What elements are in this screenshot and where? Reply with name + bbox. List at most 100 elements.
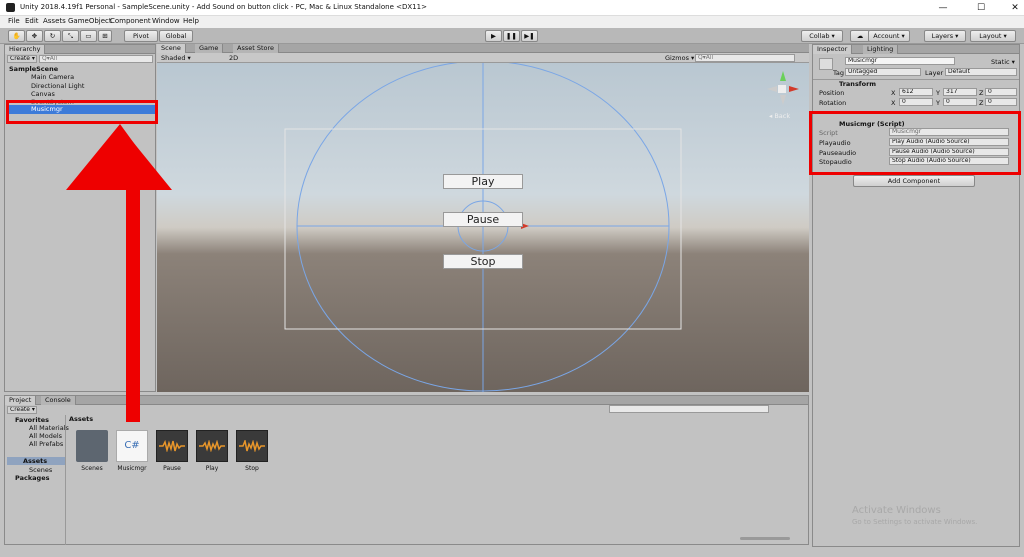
asset-label: Musicmgr: [117, 465, 147, 472]
scenes-folder[interactable]: Scenes: [29, 466, 52, 474]
axis-x-label: X: [891, 89, 896, 97]
hierarchy-item-directional-light[interactable]: Directional Light: [31, 82, 84, 90]
position-label: Position: [819, 89, 845, 97]
position-x-field[interactable]: 612: [899, 88, 933, 96]
shading-dropdown[interactable]: Shaded ▾: [161, 54, 191, 62]
layer-dropdown[interactable]: Default: [945, 68, 1017, 76]
layer-label: Layer: [925, 69, 944, 77]
audio-waveform-icon: [156, 430, 188, 462]
rotation-y-field[interactable]: 0: [943, 98, 977, 106]
asset-label: Pause: [163, 465, 181, 472]
transform-header[interactable]: Transform: [839, 80, 876, 88]
scale-tool-icon[interactable]: ⤡: [62, 30, 79, 42]
gizmos-dropdown[interactable]: Gizmos ▾: [665, 54, 694, 62]
activation-watermark-title: Activate Windows: [852, 505, 941, 516]
add-component-button[interactable]: Add Component: [853, 175, 975, 187]
scene-search-input[interactable]: Q▾All: [695, 54, 795, 62]
axis-z-label: Z: [979, 99, 984, 107]
asset-pause[interactable]: Pause: [155, 430, 189, 472]
asset-label: Stop: [245, 465, 259, 472]
menu-edit[interactable]: Edit: [25, 17, 39, 25]
scene-stop-button[interactable]: Stop: [443, 254, 523, 269]
rotation-z-field[interactable]: 0: [985, 98, 1017, 106]
layers-dropdown[interactable]: Layers ▾: [924, 30, 966, 42]
mode-2d-toggle[interactable]: 2D: [229, 54, 238, 62]
window-title: Unity 2018.4.19f1 Personal - SampleScene…: [20, 3, 427, 11]
position-y-field[interactable]: 317: [943, 88, 977, 96]
static-toggle[interactable]: Static ▾: [991, 58, 1015, 66]
rotation-x-field[interactable]: 0: [899, 98, 933, 106]
global-toggle[interactable]: Global: [159, 30, 193, 42]
axis-x-label: X: [891, 99, 896, 107]
favorites-header[interactable]: Favorites: [15, 416, 49, 424]
menu-window[interactable]: Window: [152, 17, 180, 25]
thumbnail-size-slider[interactable]: [740, 537, 790, 540]
axis-y-label: Y: [936, 89, 940, 97]
orientation-gizmo-icon[interactable]: [765, 69, 801, 113]
audio-waveform-icon: [196, 430, 228, 462]
asset-musicmgr[interactable]: C# Musicmgr: [115, 430, 149, 472]
assets-folder[interactable]: Assets: [7, 457, 65, 465]
activation-watermark-text: Go to Settings to activate Windows.: [852, 518, 978, 526]
account-dropdown[interactable]: Account ▾: [868, 30, 910, 42]
maximize-button[interactable]: ☐: [966, 0, 996, 16]
minimize-button[interactable]: —: [928, 0, 958, 16]
pause-button[interactable]: ❚❚: [503, 30, 520, 42]
menu-bar: File Edit Assets GameObject Component Wi…: [0, 16, 1024, 28]
collab-dropdown[interactable]: Collab ▾: [801, 30, 843, 42]
menu-help[interactable]: Help: [183, 17, 199, 25]
close-button[interactable]: ✕: [1000, 0, 1024, 16]
menu-file[interactable]: File: [8, 17, 20, 25]
tab-scene[interactable]: Scene: [157, 44, 186, 53]
transform-tool-icon[interactable]: ⊞: [98, 30, 112, 42]
hand-tool-icon[interactable]: ✋: [8, 30, 25, 42]
tab-lighting[interactable]: Lighting: [863, 45, 899, 54]
favorite-all-prefabs[interactable]: All Prefabs: [29, 440, 63, 448]
object-name-field[interactable]: Musicmgr: [845, 57, 955, 65]
favorite-all-materials[interactable]: All Materials: [29, 424, 69, 432]
favorite-all-models[interactable]: All Models: [29, 432, 62, 440]
scene-play-button[interactable]: Play: [443, 174, 523, 189]
hierarchy-item-canvas[interactable]: Canvas: [31, 90, 55, 98]
layout-dropdown[interactable]: Layout ▾: [970, 30, 1016, 42]
rotation-label: Rotation: [819, 99, 847, 107]
red-arrow-annotation: [66, 124, 172, 422]
position-z-field[interactable]: 0: [985, 88, 1017, 96]
rect-tool-icon[interactable]: ▭: [80, 30, 97, 42]
scene-toolbar: Shaded ▾ 2D Gizmos ▾ Q▾All: [157, 53, 809, 63]
tab-hierarchy[interactable]: Hierarchy: [5, 45, 46, 54]
hierarchy-search-input[interactable]: Q▾All: [39, 55, 153, 63]
menu-assets[interactable]: Assets: [43, 17, 66, 25]
cloud-icon[interactable]: ☁: [850, 30, 870, 42]
project-search-input[interactable]: [609, 405, 769, 413]
back-label[interactable]: ◂ Back: [769, 112, 790, 120]
pivot-toggle[interactable]: Pivot: [124, 30, 158, 42]
tag-dropdown[interactable]: Untagged: [845, 68, 921, 76]
scene-pause-button[interactable]: Pause: [443, 212, 523, 227]
tab-game[interactable]: Game: [195, 44, 224, 53]
asset-scenes[interactable]: Scenes: [75, 430, 109, 472]
hierarchy-create-button[interactable]: Create ▾: [7, 55, 37, 63]
main-toolbar: ✋ ✥ ↻ ⤡ ▭ ⊞ Pivot Global ▶ ❚❚ ▶❚ Collab …: [0, 28, 1024, 44]
gameobject-icon: [819, 58, 833, 70]
project-create-button[interactable]: Create ▾: [7, 406, 37, 414]
packages-folder[interactable]: Packages: [15, 474, 49, 482]
tab-inspector[interactable]: Inspector: [813, 45, 853, 54]
rotate-tool-icon[interactable]: ↻: [44, 30, 61, 42]
scene-root[interactable]: SampleScene: [9, 65, 58, 73]
step-button[interactable]: ▶❚: [521, 30, 538, 42]
tab-asset-store[interactable]: Asset Store: [233, 44, 280, 53]
asset-stop[interactable]: Stop: [235, 430, 269, 472]
asset-label: Scenes: [81, 465, 103, 472]
audio-waveform-icon: [236, 430, 268, 462]
axis-y-label: Y: [936, 99, 940, 107]
tab-project[interactable]: Project: [5, 396, 37, 405]
scene-viewport[interactable]: Play Pause Stop ◂ Back: [157, 63, 809, 392]
play-button[interactable]: ▶: [485, 30, 502, 42]
move-tool-icon[interactable]: ✥: [26, 30, 43, 42]
tag-label: Tag: [833, 69, 845, 77]
menu-component[interactable]: Component: [110, 17, 151, 25]
asset-play[interactable]: Play: [195, 430, 229, 472]
hierarchy-item-main-camera[interactable]: Main Camera: [31, 73, 74, 81]
menu-gameobject[interactable]: GameObject: [68, 17, 112, 25]
